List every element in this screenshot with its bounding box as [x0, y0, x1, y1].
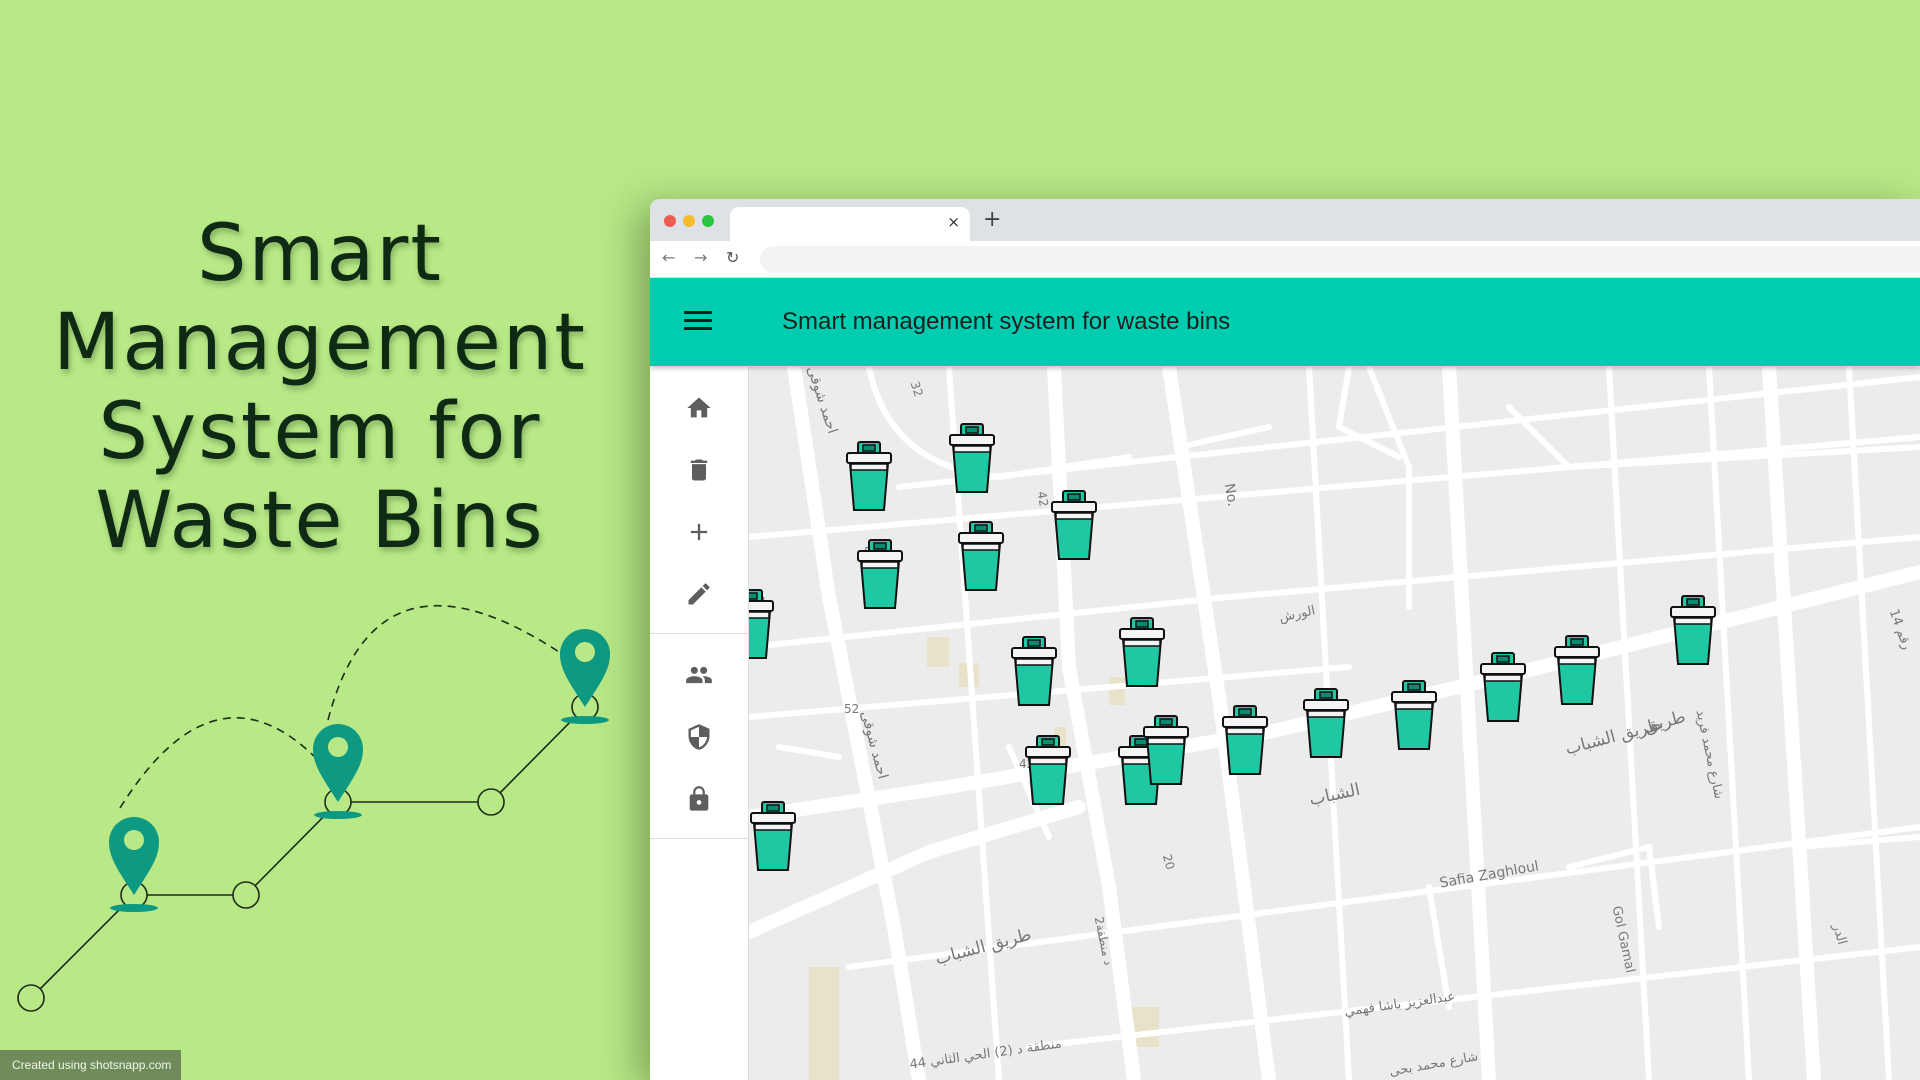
- waste-bin-icon: [1025, 735, 1071, 805]
- edit-icon: [688, 583, 710, 605]
- browser-tab[interactable]: ×: [730, 207, 970, 241]
- hero-title-line: Smart: [197, 209, 443, 299]
- people-icon: [686, 666, 712, 684]
- nav-group: [650, 634, 748, 839]
- app-title: Smart management system for waste bins: [782, 308, 1231, 335]
- credit-label: Created using shotsnapp.com: [0, 1050, 181, 1080]
- waste-bin-icon: [1011, 636, 1057, 706]
- bin-marker[interactable]: [1301, 687, 1351, 759]
- nav-group: [650, 367, 748, 634]
- bin-marker[interactable]: [1141, 714, 1191, 786]
- browser-tabstrip: × +: [650, 199, 1920, 241]
- browser-window: × + ← → ↻ Smart management system for wa…: [650, 199, 1920, 1080]
- waste-bin-icon: [1303, 688, 1349, 758]
- waste-bin-icon: [1222, 705, 1268, 775]
- lock-icon: [689, 786, 709, 811]
- bin-marker[interactable]: [844, 440, 894, 512]
- nav-lock[interactable]: [650, 768, 748, 830]
- close-tab-icon[interactable]: ×: [947, 213, 960, 231]
- maximize-window-button[interactable]: [702, 215, 714, 227]
- hero-title-line: Waste Bins: [95, 476, 545, 566]
- waste-bin-icon: [958, 521, 1004, 591]
- waste-bin-icon: [1051, 490, 1097, 560]
- home-icon: [687, 397, 711, 418]
- menu-icon[interactable]: [684, 311, 712, 333]
- waste-bin-icon: [750, 801, 796, 871]
- bin-marker[interactable]: [1552, 634, 1602, 706]
- bin-marker[interactable]: [749, 588, 776, 660]
- waste-bin-icon: [846, 441, 892, 511]
- bin-marker[interactable]: [1023, 734, 1073, 806]
- plus-icon: [690, 523, 708, 541]
- back-icon[interactable]: ←: [662, 248, 675, 267]
- bin-marker[interactable]: [855, 538, 905, 610]
- nav-edit-bin[interactable]: [650, 563, 748, 625]
- bin-marker[interactable]: [749, 800, 798, 872]
- waste-bin-icon: [1119, 617, 1165, 687]
- shield-icon: [688, 724, 710, 750]
- waste-bin-icon: [1554, 635, 1600, 705]
- hero-title: Smart Management System for Waste Bins: [40, 210, 600, 566]
- nav-home[interactable]: [650, 377, 748, 439]
- hero-title-line: Management: [53, 298, 587, 388]
- close-window-button[interactable]: [664, 215, 676, 227]
- waste-bin-icon: [857, 539, 903, 609]
- app-content: احمد شوقى 32 34 50 51 52 42 No. 42 الورش…: [650, 367, 1920, 1080]
- side-navigation: [650, 367, 749, 1080]
- bin-marker[interactable]: [1220, 704, 1270, 776]
- new-tab-button[interactable]: +: [983, 207, 1001, 232]
- reload-icon[interactable]: ↻: [726, 248, 739, 267]
- map-view[interactable]: احمد شوقى 32 34 50 51 52 42 No. 42 الورش…: [749, 367, 1920, 1080]
- dashed-arc: [327, 605, 586, 721]
- bin-marker[interactable]: [956, 520, 1006, 592]
- route-node: [17, 984, 45, 1012]
- app-bar: Smart management system for waste bins: [650, 278, 1920, 366]
- bin-marker[interactable]: [1009, 635, 1059, 707]
- route-illustration: [17, 605, 610, 1012]
- route-node: [232, 881, 260, 909]
- bin-marker[interactable]: [1117, 616, 1167, 688]
- window-controls: [664, 215, 714, 227]
- waste-bin-icon: [749, 589, 774, 659]
- waste-bin-icon: [1480, 652, 1526, 722]
- bin-marker[interactable]: [947, 422, 997, 494]
- waste-bin-icon: [1391, 680, 1437, 750]
- route-node: [477, 788, 505, 816]
- bin-marker[interactable]: [1389, 679, 1439, 751]
- waste-bin-icon: [1670, 595, 1716, 665]
- waste-bin-icon: [1143, 715, 1189, 785]
- forward-icon[interactable]: →: [694, 248, 707, 267]
- trash-icon: [690, 459, 708, 481]
- address-bar[interactable]: [760, 246, 1920, 273]
- nav-users[interactable]: [650, 644, 748, 706]
- nav-add-bin[interactable]: [650, 501, 748, 563]
- bin-marker[interactable]: [1478, 651, 1528, 723]
- bin-marker[interactable]: [1049, 489, 1099, 561]
- waste-bin-icon: [949, 423, 995, 493]
- bin-marker[interactable]: [1668, 594, 1718, 666]
- waste-bin-icon: [749, 460, 751, 532]
- dashed-arc: [119, 717, 341, 809]
- hero-title-line: System for: [98, 387, 542, 477]
- nav-bins[interactable]: [650, 439, 748, 501]
- minimize-window-button[interactable]: [683, 215, 695, 227]
- nav-security[interactable]: [650, 706, 748, 768]
- bin-marker[interactable]: [749, 460, 751, 532]
- browser-toolbar: ← → ↻: [650, 241, 1920, 278]
